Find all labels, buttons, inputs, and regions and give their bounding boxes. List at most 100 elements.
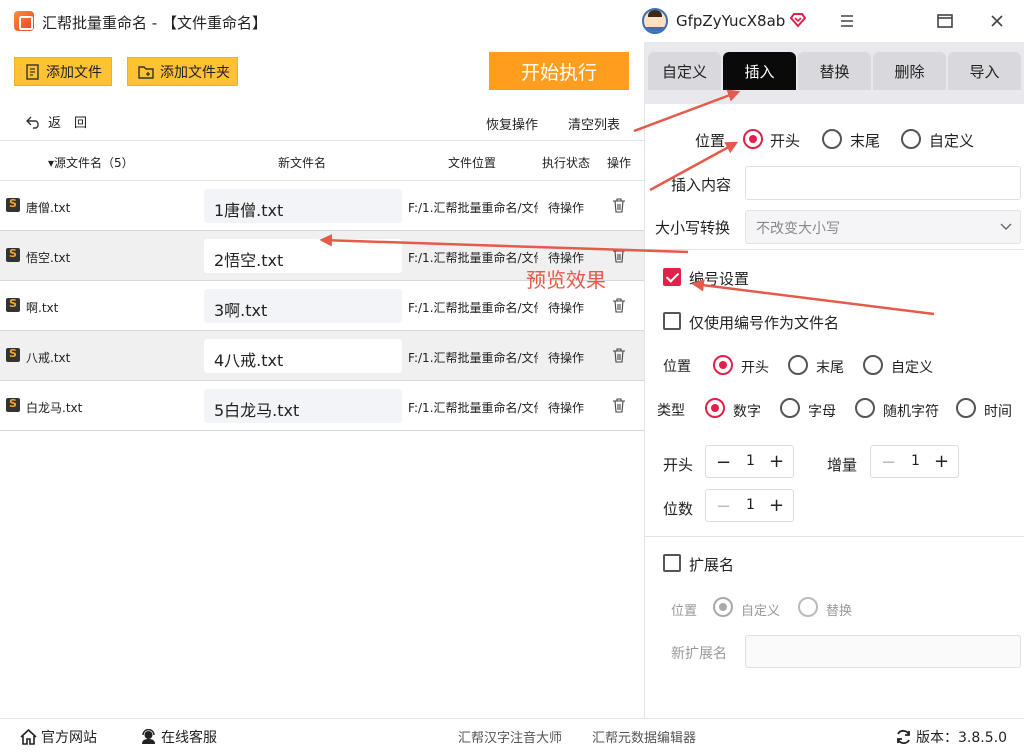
numbering-label: 编号设置	[689, 270, 750, 288]
num-position-start-radio[interactable]	[713, 355, 733, 375]
position-start-radio[interactable]	[743, 129, 763, 149]
table-row[interactable]: 唐僧.txt 1唐僧.txt F:/1.汇帮批量重命名/文件 待操作	[0, 181, 644, 231]
position-custom-radio[interactable]	[901, 129, 921, 149]
trash-icon[interactable]	[612, 298, 626, 313]
type-number-radio[interactable]	[705, 398, 725, 418]
tab-delete[interactable]: 删除	[873, 52, 946, 90]
add-folder-label: 添加文件夹	[160, 64, 230, 81]
numbering-checkbox[interactable]	[663, 268, 681, 286]
status-text: 待操作	[548, 401, 585, 415]
ext-replace-radio[interactable]	[798, 597, 818, 617]
website-label: 官方网站	[41, 730, 97, 746]
source-filename: 白龙马.txt	[26, 401, 83, 415]
close-icon[interactable]	[986, 10, 1008, 32]
case-convert-value: 不改变大小写	[756, 221, 840, 237]
extension-label: 扩展名	[689, 556, 735, 574]
digits-stepper[interactable]: − 1 +	[705, 489, 794, 522]
maximize-icon[interactable]	[934, 10, 956, 32]
trash-icon[interactable]	[612, 348, 626, 363]
source-filename: 啊.txt	[26, 301, 59, 315]
type-letter-label: 字母	[808, 404, 836, 420]
num-position-custom-label: 自定义	[891, 360, 933, 376]
user-avatar[interactable]	[642, 8, 668, 34]
tab-insert[interactable]: 插入	[723, 52, 796, 90]
new-ext-input[interactable]	[745, 635, 1021, 668]
menu-icon[interactable]	[836, 10, 858, 32]
app-link-pinyin[interactable]: 汇帮汉字注音大师	[458, 727, 562, 746]
type-time-radio[interactable]	[956, 398, 976, 418]
extension-checkbox[interactable]	[663, 554, 681, 572]
add-folder-button[interactable]: 添加文件夹	[127, 57, 238, 86]
source-filename: 悟空.txt	[26, 251, 71, 265]
minus-icon[interactable]: −	[716, 496, 731, 517]
new-filename: 3啊.txt	[204, 289, 402, 323]
file-icon	[26, 63, 39, 80]
only-number-checkbox[interactable]	[663, 312, 681, 330]
vip-badge-icon[interactable]	[790, 12, 806, 28]
insert-content-input[interactable]	[745, 166, 1021, 200]
file-path: F:/1.汇帮批量重命名/文件	[408, 301, 538, 315]
user-name[interactable]: GfpZyYucX8ab	[676, 12, 785, 30]
insert-content-label: 插入内容	[671, 176, 732, 194]
tab-bar: 自定义 插入 替换 删除 导入	[644, 42, 1024, 104]
type-letter-radio[interactable]	[780, 398, 800, 418]
support-agent-icon	[142, 729, 155, 744]
ext-replace-label: 替换	[826, 604, 853, 619]
position-custom-label: 自定义	[929, 132, 975, 150]
clear-list-button[interactable]: 清空列表	[568, 114, 620, 133]
start-value: 1	[746, 453, 755, 469]
back-arrow-icon	[26, 116, 39, 129]
increment-stepper[interactable]: − 1 +	[870, 445, 959, 478]
case-convert-label: 大小写转换	[655, 219, 731, 237]
table-row[interactable]: 八戒.txt 4八戒.txt F:/1.汇帮批量重命名/文件 待操作	[0, 331, 644, 381]
window-title: 汇帮批量重命名 - 【文件重命名】	[42, 14, 267, 32]
trash-icon[interactable]	[612, 398, 626, 413]
trash-icon[interactable]	[612, 198, 626, 213]
header-source[interactable]: ▾源文件名（5）	[48, 154, 134, 171]
file-path: F:/1.汇帮批量重命名/文件	[408, 201, 538, 215]
home-icon	[20, 729, 37, 745]
header-action: 操作	[607, 156, 632, 170]
num-position-end-radio[interactable]	[788, 355, 808, 375]
table-header: ▾源文件名（5） 新文件名 文件位置 执行状态 操作	[0, 140, 644, 181]
position-end-radio[interactable]	[822, 129, 842, 149]
status-text: 待操作	[548, 201, 585, 215]
section-divider	[645, 249, 1024, 250]
start-button[interactable]: 开始执行	[489, 52, 629, 90]
tab-import[interactable]: 导入	[948, 52, 1021, 90]
tab-custom[interactable]: 自定义	[648, 52, 721, 90]
position-end-label: 末尾	[850, 132, 881, 150]
type-number-label: 数字	[733, 404, 761, 420]
back-button[interactable]: 返 回	[26, 112, 87, 131]
website-link[interactable]: 官方网站	[20, 727, 97, 747]
preview-annotation: 预览效果	[526, 268, 606, 292]
plus-icon[interactable]: +	[769, 495, 784, 516]
add-file-button[interactable]: 添加文件	[14, 57, 112, 86]
version-label: 版本：3.8.5.0	[916, 730, 1007, 746]
new-filename: 4八戒.txt	[204, 339, 402, 373]
insert-settings-panel: 位置 开头 末尾 自定义 插入内容 大小写转换 不改变大小写 编号设置 仅使用编…	[644, 104, 1024, 718]
file-path: F:/1.汇帮批量重命名/文件	[408, 401, 538, 415]
start-stepper[interactable]: − 1 +	[705, 445, 794, 478]
case-convert-select[interactable]: 不改变大小写	[745, 210, 1021, 244]
position-label: 位置	[695, 132, 726, 150]
version-info[interactable]: 版本：3.8.5.0	[895, 727, 1007, 747]
type-label: 类型	[657, 403, 685, 419]
support-label: 在线客服	[161, 730, 217, 746]
restore-button[interactable]: 恢复操作	[486, 114, 538, 133]
table-row[interactable]: 白龙马.txt 5白龙马.txt F:/1.汇帮批量重命名/文件 待操作	[0, 381, 644, 431]
tab-replace[interactable]: 替换	[798, 52, 871, 90]
support-link[interactable]: 在线客服	[140, 727, 217, 747]
plus-icon[interactable]: +	[769, 451, 784, 472]
type-random-radio[interactable]	[855, 398, 875, 418]
app-link-metadata[interactable]: 汇帮元数据编辑器	[592, 727, 696, 746]
num-position-custom-radio[interactable]	[863, 355, 883, 375]
minus-icon[interactable]: −	[881, 452, 896, 473]
ext-custom-radio[interactable]	[713, 597, 733, 617]
minus-icon[interactable]: −	[716, 452, 731, 473]
status-bar: 官方网站 在线客服 汇帮汉字注音大师 汇帮元数据编辑器 版本：3.8.5.0	[0, 718, 1024, 752]
plus-icon[interactable]: +	[934, 451, 949, 472]
trash-icon[interactable]	[612, 248, 626, 263]
back-label: 返 回	[48, 116, 88, 131]
ext-custom-label: 自定义	[741, 604, 781, 619]
